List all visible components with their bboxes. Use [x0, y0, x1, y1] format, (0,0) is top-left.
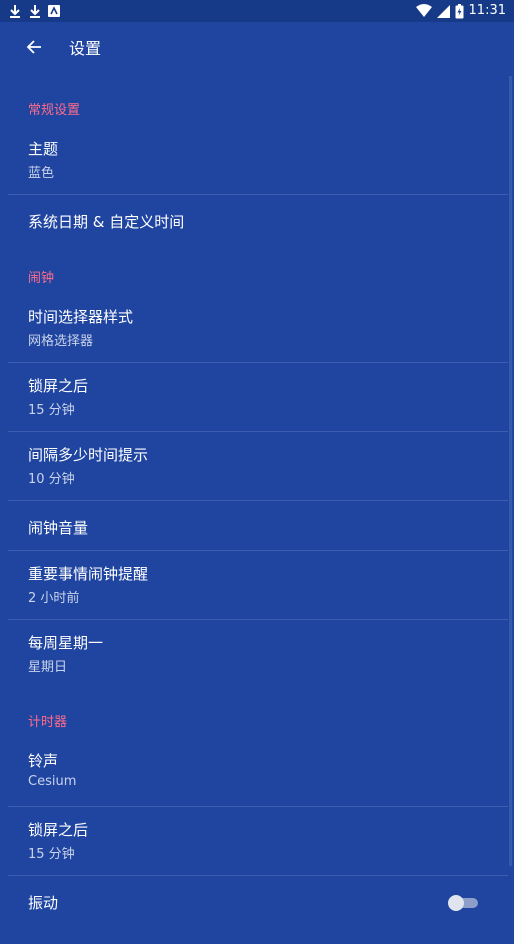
section-header-alarm: 闹钟 — [28, 271, 55, 286]
wifi-icon — [415, 4, 432, 18]
setting-title: 系统日期 & 自定义时间 — [28, 213, 185, 231]
setting-summary: 星期日 — [28, 660, 68, 675]
setting-title: 主题 — [28, 140, 59, 158]
download-icon — [28, 3, 42, 19]
settings-list: 常规设置 主题 蓝色 系统日期 & 自定义时间 闹钟 时间选择器样式 网格选择器… — [0, 76, 514, 944]
status-time: 11:31 — [468, 3, 506, 18]
setting-item-week-start[interactable]: 每周星期一 星期日 — [0, 620, 514, 688]
setting-summary: 蓝色 — [28, 166, 55, 181]
battery-icon — [455, 3, 464, 19]
setting-summary: 10 分钟 — [28, 472, 75, 487]
setting-title: 每周星期一 — [28, 634, 104, 652]
setting-item-vibrate[interactable]: 振动 — [0, 876, 514, 944]
setting-title: 间隔多少时间提示 — [28, 446, 149, 464]
setting-summary: 15 分钟 — [28, 403, 75, 418]
setting-summary: Cesium — [28, 774, 77, 789]
setting-title: 振动 — [28, 894, 59, 912]
setting-summary: 2 小时前 — [28, 591, 80, 606]
download-icon — [8, 3, 22, 19]
setting-item-alarm-volume[interactable]: 闹钟音量 — [0, 501, 514, 550]
setting-item-reminder-interval[interactable]: 间隔多少时间提示 10 分钟 — [0, 432, 514, 500]
setting-item-timer-after-lock[interactable]: 锁屏之后 15 分钟 — [0, 807, 514, 875]
arrow-left-icon — [26, 39, 42, 59]
setting-title: 闹钟音量 — [28, 519, 89, 537]
status-bar: 11:31 — [0, 0, 514, 22]
setting-summary: 网格选择器 — [28, 334, 94, 349]
notification-icon — [48, 5, 60, 17]
setting-title: 铃声 — [28, 752, 59, 770]
section-header-timer: 计时器 — [28, 715, 68, 730]
setting-item-alarm-after-lock[interactable]: 锁屏之后 15 分钟 — [0, 363, 514, 431]
setting-title: 锁屏之后 — [28, 821, 89, 839]
setting-summary: 15 分钟 — [28, 847, 75, 862]
app-bar: 设置 — [0, 22, 514, 76]
section-header-general: 常规设置 — [28, 103, 81, 118]
status-left-icons — [8, 3, 60, 19]
setting-title: 锁屏之后 — [28, 377, 89, 395]
setting-item-time-picker-style[interactable]: 时间选择器样式 网格选择器 — [0, 294, 514, 362]
page-title: 设置 — [69, 39, 102, 58]
setting-title: 时间选择器样式 — [28, 308, 134, 326]
setting-item-important-alarm-reminder[interactable]: 重要事情闹钟提醒 2 小时前 — [0, 551, 514, 619]
signal-icon — [436, 4, 450, 18]
setting-title: 重要事情闹钟提醒 — [28, 565, 149, 583]
status-right-icons: 11:31 — [415, 2, 506, 20]
setting-item-theme[interactable]: 主题 蓝色 — [0, 126, 514, 194]
vibrate-toggle[interactable] — [448, 895, 480, 911]
back-button[interactable] — [20, 35, 48, 63]
setting-item-ringtone[interactable]: 铃声 Cesium — [0, 738, 514, 806]
toggle-thumb — [448, 895, 464, 911]
setting-item-system-date-custom-time[interactable]: 系统日期 & 自定义时间 — [0, 195, 514, 244]
scrollbar[interactable] — [509, 76, 512, 866]
